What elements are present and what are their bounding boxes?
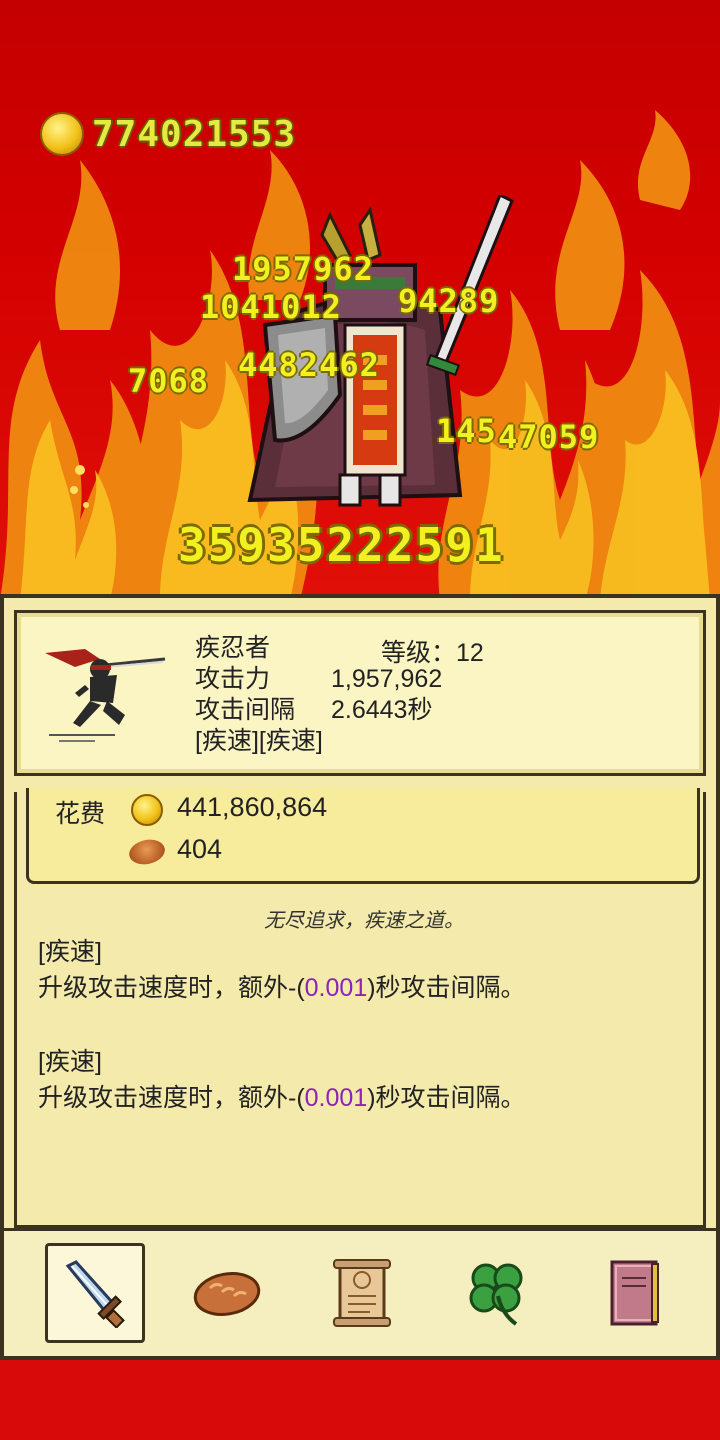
- sword-icon: [65, 1260, 125, 1328]
- bread-icon: [193, 1272, 261, 1316]
- damage-number: 145: [436, 412, 497, 450]
- skill-entry: [疾速] 升级攻击速度时，额外-(0.001)秒攻击间隔。: [38, 1044, 526, 1116]
- gold-coin-icon: [131, 794, 163, 826]
- gold-coin-icon: [40, 112, 84, 156]
- tab-clover[interactable]: [447, 1243, 547, 1343]
- total-damage: 35935222591: [178, 518, 505, 572]
- hero-info-card: 疾忍者 攻击力 1,957,962 攻击间隔 2.6443秒 [疾速][疾速] 等级…: [14, 610, 706, 776]
- cost-bread: 404: [177, 834, 223, 864]
- hero-motto: 无尽追求，疾速之道。: [264, 910, 464, 932]
- cost-label: 花费: [55, 800, 106, 828]
- gold-amount: 774021553: [92, 113, 297, 155]
- tab-weapon[interactable]: [45, 1243, 145, 1343]
- skill-title: [疾速]: [38, 938, 102, 966]
- tab-bread[interactable]: [177, 1243, 277, 1343]
- interval-value: 2.6443秒: [331, 696, 433, 724]
- bread-icon: [126, 836, 168, 868]
- damage-number: 1041012: [200, 288, 342, 326]
- hero-name: 疾忍者: [195, 634, 271, 662]
- tab-scroll[interactable]: [312, 1243, 412, 1343]
- interval-label: 攻击间隔: [195, 696, 296, 724]
- clover-icon: [469, 1263, 523, 1326]
- damage-number: 4482462: [238, 346, 380, 384]
- tab-book[interactable]: [584, 1243, 684, 1343]
- skill-entry: [疾速] 升级攻击速度时，额外-(0.001)秒攻击间隔。: [38, 934, 526, 1006]
- damage-number: 7068: [128, 362, 210, 400]
- upgrade-cost-button[interactable]: 花费 441,860,864 404: [26, 788, 700, 884]
- skill-text: 升级攻击速度时，额外-(0.001)秒攻击间隔。: [38, 1084, 526, 1112]
- skill-text: 升级攻击速度时，额外-(0.001)秒攻击间隔。: [38, 974, 526, 1002]
- attack-label: 攻击力: [195, 665, 271, 693]
- hero-level: 等级：12: [381, 639, 484, 667]
- ninja-portrait: [45, 649, 166, 742]
- skill-title: [疾速]: [38, 1048, 102, 1076]
- cost-gold: 441,860,864: [177, 792, 328, 822]
- damage-number: 94289: [398, 282, 500, 320]
- gold-counter: 774021553: [40, 112, 296, 156]
- battle-scene[interactable]: 774021553 1957962 1041012 94289 7068 448…: [0, 0, 720, 600]
- bottom-tab-bar: [0, 1228, 720, 1360]
- damage-number: 1957962: [232, 250, 374, 288]
- book-icon: [610, 1260, 659, 1326]
- hero-tags: [疾速][疾速]: [195, 727, 323, 755]
- scroll-icon: [333, 1259, 391, 1327]
- damage-number: 47059: [498, 418, 600, 456]
